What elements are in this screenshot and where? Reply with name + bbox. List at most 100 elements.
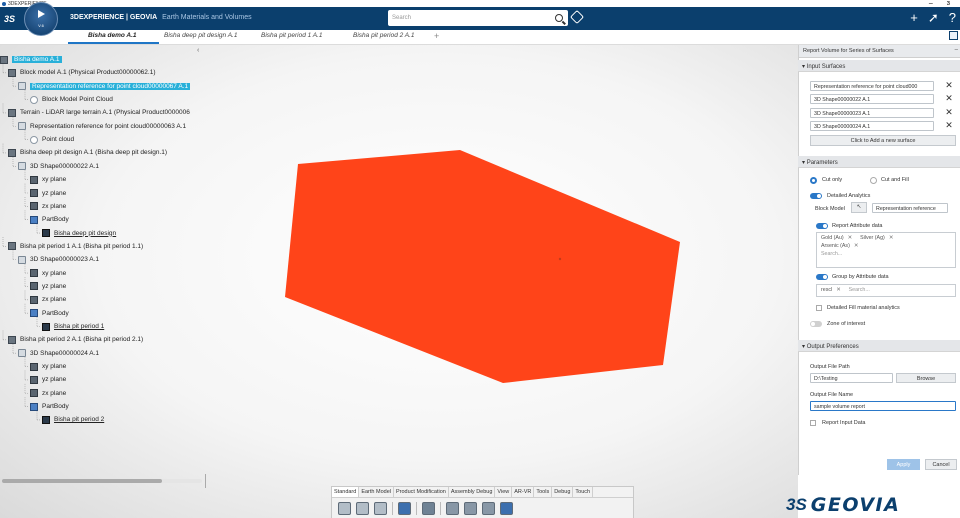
tree-item[interactable]: zx plane [30,388,66,399]
remove-surface-4-button[interactable]: ✕ [944,121,954,131]
detailed-analytics-toggle[interactable] [810,193,822,199]
product-icon[interactable] [8,108,16,117]
tree-item[interactable]: Bisha pit period 1 [42,321,104,332]
tree-item[interactable]: zx plane [30,294,66,305]
tree-scrollbar[interactable] [2,479,162,483]
tree-item[interactable]: yz plane [30,188,66,199]
output-name-field[interactable]: sample volume report [810,401,956,411]
remove-surface-3-button[interactable]: ✕ [944,108,954,118]
action-tab[interactable]: Product Modification [394,487,449,497]
tree-item-label[interactable]: Bisha deep pit design A.1 (Bisha deep pi… [20,149,167,156]
plane-icon[interactable] [30,389,38,398]
body-icon[interactable] [30,215,38,224]
plane-icon[interactable] [30,269,38,278]
group-search[interactable]: Search... [849,287,870,293]
tree-item-label[interactable]: Bisha pit period 2 A.1 (Bisha pit period… [20,336,143,343]
sketch-icon[interactable] [42,322,50,331]
body-icon[interactable] [30,309,38,318]
tab-bisha-demo[interactable]: Bisha demo A.1 [68,32,158,44]
attribute-chip[interactable]: Silver (Ag) ✕ [860,235,893,241]
tree-item-label[interactable]: xy plane [42,270,66,277]
update-icon[interactable] [422,502,435,515]
tree-item-label[interactable]: yz plane [42,190,66,197]
tree-item-label[interactable]: xy plane [42,176,66,183]
tree-item-label[interactable]: Bisha pit period 2 [54,416,104,423]
tree-item[interactable]: Bisha demo A.1 [0,54,62,65]
attribute-search[interactable]: Search... [817,249,955,257]
paste-icon[interactable] [374,502,387,515]
remove-surface-2-button[interactable]: ✕ [944,94,954,104]
action-tab[interactable]: Tools [534,487,553,497]
group-by-toggle[interactable] [816,274,828,280]
tree-item[interactable]: Bisha deep pit design A.1 (Bisha deep pi… [8,147,167,158]
cloud-icon[interactable] [30,95,38,104]
tree-item-label[interactable]: xy plane [42,363,66,370]
shape-icon[interactable] [18,122,26,131]
sketch-icon[interactable] [42,229,50,238]
attribute-chip[interactable]: Arsenic (As) ✕ [821,243,858,249]
tree-item[interactable]: yz plane [30,374,66,385]
action-tab[interactable]: Standard [332,487,360,497]
surface-field-2[interactable]: 3D Shape00000022 A.1 [810,94,934,104]
shape-icon[interactable] [18,255,26,264]
product-icon[interactable] [8,242,16,251]
tree-item[interactable]: Block Model Point Cloud [30,94,113,105]
tree-item[interactable]: yz plane [30,281,66,292]
undo-icon[interactable] [398,502,411,515]
tree-item[interactable]: xy plane [30,361,66,372]
expand-icon[interactable] [949,31,958,40]
tree-item[interactable]: Bisha pit period 2 [42,414,104,425]
tree-collapse-icon[interactable]: ‹ [197,47,199,54]
action-tab[interactable]: View [495,487,513,497]
tree-item-label[interactable]: PartBody [42,216,69,223]
tree-item-label[interactable]: PartBody [42,403,69,410]
pin-icon[interactable]: – [955,47,958,53]
shape-icon[interactable] [18,82,26,91]
surface-field-3[interactable]: 3D Shape00000023 A.1 [810,108,934,118]
tree-item-label[interactable]: Point cloud [42,136,74,143]
action-tab[interactable]: Earth Model [359,487,394,497]
assembly-icon[interactable] [446,502,459,515]
tree-item-label[interactable]: Bisha demo A.1 [12,56,62,63]
shape-icon[interactable] [18,349,26,358]
tree-item[interactable]: Bisha pit period 2 A.1 (Bisha pit period… [8,334,143,345]
tree-item-label[interactable]: zx plane [42,296,66,303]
plane-icon[interactable] [30,189,38,197]
cut-icon[interactable] [338,502,351,515]
compass-icon[interactable]: V.6 [24,2,58,36]
tree-item-label[interactable]: Bisha pit period 1 [54,323,104,330]
search-icon[interactable] [555,14,563,22]
tree-item[interactable]: PartBody [30,401,69,412]
product-icon[interactable] [8,68,16,77]
add-tab-button[interactable]: + [434,31,439,41]
tree-item-label[interactable]: Representation reference for point cloud… [30,123,186,130]
save-icon[interactable] [500,502,513,515]
input-surfaces-header[interactable]: Input Surfaces [798,60,960,72]
surface-field-4[interactable]: 3D Shape00000024 A.1 [810,121,934,131]
tree-item[interactable]: Representation reference for point cloud… [18,81,191,92]
shape-icon[interactable] [18,162,26,171]
sketch-icon[interactable] [42,415,50,424]
add-icon[interactable]: + [910,10,918,26]
copy-icon[interactable] [356,502,369,515]
action-tab[interactable]: Touch [573,487,594,497]
surface-field-1[interactable]: Representation reference for point cloud… [810,81,934,91]
tree-item-label[interactable]: yz plane [42,283,66,290]
remove-surface-1-button[interactable]: ✕ [944,81,954,91]
plane-icon[interactable] [30,375,38,384]
tree-item-label[interactable]: zx plane [42,390,66,397]
tree-item-label[interactable]: 3D Shape00000024 A.1 [30,350,99,357]
tree-item[interactable]: xy plane [30,174,66,185]
part-icon[interactable] [482,502,495,515]
tree-item-label[interactable]: Bisha pit period 1 A.1 (Bisha pit period… [20,243,143,250]
tree-item-label[interactable]: Block Model Point Cloud [42,96,113,103]
group-chip[interactable]: rescl ✕ [821,287,841,293]
tree-item[interactable]: PartBody [30,214,69,225]
cut-and-fill-radio[interactable] [870,177,877,184]
output-path-field[interactable]: D:\Testing [810,373,893,383]
cloud-icon[interactable] [30,135,38,144]
tree-item-label[interactable]: 3D Shape00000022 A.1 [30,163,99,170]
cut-only-radio[interactable] [810,177,817,184]
component-icon[interactable] [464,502,477,515]
tree-splitter[interactable] [205,474,206,488]
